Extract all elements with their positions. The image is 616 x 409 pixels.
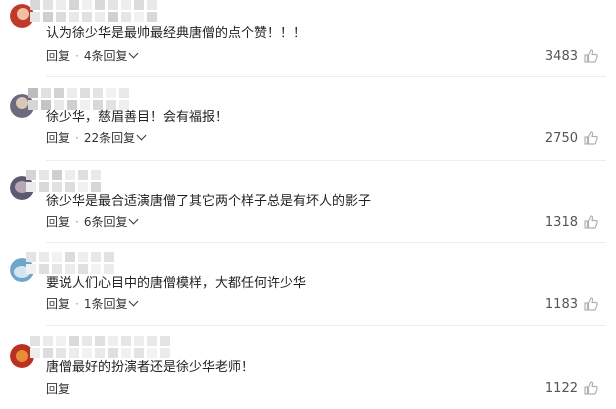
comment-list: 认为徐少华是最帅最经典唐僧的点个赞！！！ 回复 · 4条回复 3483 徐少华，慈眉… [0,0,616,409]
comment-actions: 回复 · 1条回复 [46,296,139,312]
chevron-down-icon [129,48,139,59]
like-count: 1183 [544,297,578,312]
comment-text: 唐僧最好的扮演者还是徐少华老师！ [46,360,255,375]
view-replies-button[interactable]: 6条回复 [83,214,139,229]
view-replies-button[interactable]: 22条回复 [83,130,147,145]
username-masked[interactable] [30,336,170,358]
divider [46,76,606,77]
username-masked[interactable] [28,88,129,110]
comment-item: 认为徐少华是最帅最经典唐僧的点个赞！！！ 回复 · 4条回复 3483 [0,0,616,78]
thumbs-up-icon[interactable] [584,131,598,145]
divider [46,160,606,161]
divider [46,242,606,243]
like-count: 1318 [544,215,578,230]
comment-item: 徐少华是最合适演唐僧了其它两个样子总是有坏人的影子 回复 · 6条回复 1318 [0,162,616,243]
username-masked[interactable] [30,0,157,22]
like-count: 1122 [544,381,578,396]
like-count: 3483 [544,49,578,64]
username-masked[interactable] [26,170,101,192]
replies-count-label: 22条回复 [83,131,136,145]
comment-actions: 回复 · 4条回复 [46,48,139,64]
comment-text: 徐少华，慈眉善目！会有福报！ [46,110,229,125]
replies-count-label: 6条回复 [83,215,128,229]
chevron-down-icon [136,130,147,141]
reply-button[interactable]: 回复 [46,49,70,63]
reply-button[interactable]: 回复 [46,131,70,145]
comment-item: 唐僧最好的扮演者还是徐少华老师！ 回复 1122 [0,326,616,409]
like-count: 2750 [544,131,578,146]
comment-text: 徐少华是最合适演唐僧了其它两个样子总是有坏人的影子 [46,194,372,209]
username-masked[interactable] [26,252,114,274]
comment-actions: 回复 · 6条回复 [46,214,139,230]
comment-text: 认为徐少华是最帅最经典唐僧的点个赞！！！ [46,26,307,41]
comment-item: 徐少华，慈眉善目！会有福报！ 回复 · 22条回复 2750 [0,78,616,162]
comment-text: 要说人们心目中的唐僧模样，大都任何许少华 [46,276,307,291]
reply-button[interactable]: 回复 [46,382,70,396]
thumbs-up-icon[interactable] [584,215,598,229]
replies-count-label: 4条回复 [83,49,128,63]
view-replies-button[interactable]: 4条回复 [83,48,139,63]
reply-button[interactable]: 回复 [46,297,70,311]
reply-button[interactable]: 回复 [46,215,70,229]
chevron-down-icon [129,214,139,225]
comment-item: 要说人们心目中的唐僧模样，大都任何许少华 回复 · 1条回复 1183 [0,244,616,326]
comment-actions: 回复 [46,381,70,397]
thumbs-up-icon[interactable] [584,49,598,63]
view-replies-button[interactable]: 1条回复 [83,296,139,311]
replies-count-label: 1条回复 [83,297,128,311]
comment-actions: 回复 · 22条回复 [46,130,147,146]
thumbs-up-icon[interactable] [584,381,598,395]
chevron-down-icon [129,296,139,307]
thumbs-up-icon[interactable] [584,297,598,311]
